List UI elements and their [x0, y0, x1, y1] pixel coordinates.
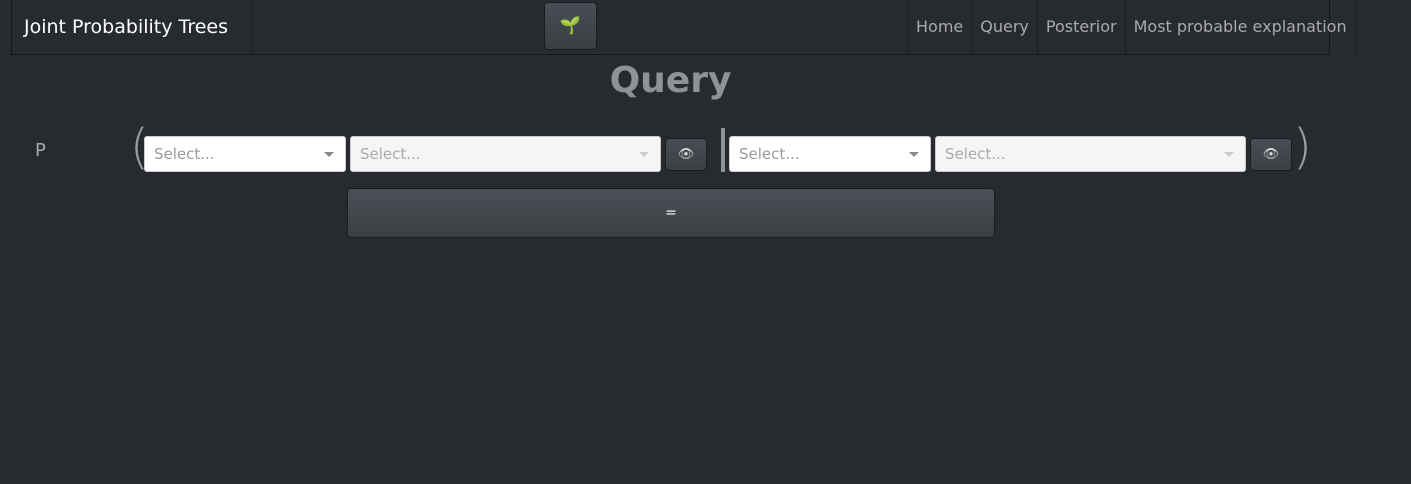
caret-down-icon	[324, 152, 334, 157]
seedling-icon-button[interactable]: 🌱	[544, 2, 597, 50]
eye-icon: 👁	[677, 147, 695, 162]
evidence-eye-button[interactable]: 👁	[1250, 138, 1292, 171]
brand-title[interactable]: Joint Probability Trees	[12, 0, 253, 54]
query-variable-select[interactable]: Select...	[144, 136, 346, 172]
conditional-bar	[721, 128, 725, 172]
select-placeholder: Select...	[154, 145, 215, 163]
navbar: Joint Probability Trees 🌱 Home Query Pos…	[11, 0, 1356, 55]
query-eye-button[interactable]: 👁	[665, 138, 707, 171]
query-value-select[interactable]: Select...	[350, 136, 661, 172]
caret-down-icon	[1224, 152, 1234, 157]
eye-icon: 👁	[1262, 147, 1280, 162]
caret-down-icon	[909, 152, 919, 157]
nav-link-home[interactable]: Home	[907, 0, 971, 54]
select-placeholder: Select...	[739, 145, 800, 163]
nav-link-most-probable-explanation[interactable]: Most probable explanation	[1124, 0, 1356, 54]
select-placeholder: Select...	[360, 145, 421, 163]
nav-link-posterior[interactable]: Posterior	[1036, 0, 1125, 54]
right-parenthesis: )	[1293, 119, 1312, 175]
probability-label: P	[35, 140, 46, 161]
evidence-variable-select[interactable]: Select...	[729, 136, 931, 172]
evidence-value-select[interactable]: Select...	[935, 136, 1246, 172]
select-placeholder: Select...	[945, 145, 1006, 163]
nav-link-query[interactable]: Query	[971, 0, 1037, 54]
nav-links: Home Query Posterior Most probable expla…	[907, 0, 1356, 54]
page-title: Query	[609, 60, 732, 101]
compute-equals-button[interactable]: =	[347, 188, 995, 238]
caret-down-icon	[639, 152, 649, 157]
